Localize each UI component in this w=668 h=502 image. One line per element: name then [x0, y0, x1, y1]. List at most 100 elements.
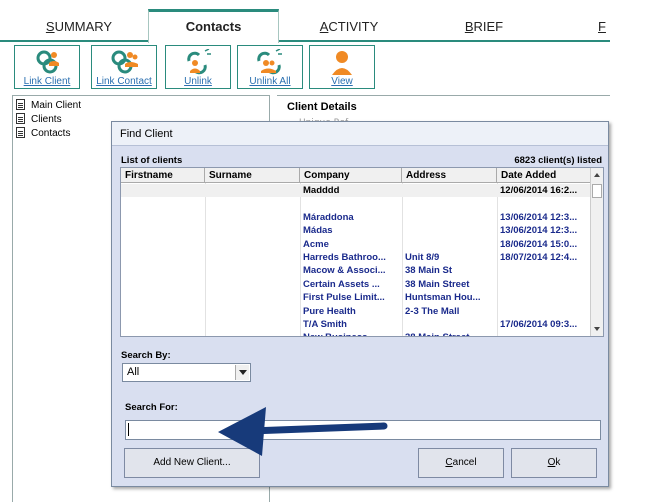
table-cell-address — [402, 238, 497, 251]
table-row[interactable]: Pure Health 2-3 The Mall — [121, 305, 591, 318]
document-icon — [16, 113, 25, 124]
tab-truncated[interactable]: F — [590, 12, 610, 42]
grid-vertical-scrollbar[interactable] — [590, 168, 603, 336]
table-cell-first — [121, 305, 205, 318]
table-cell-date: 13/06/2014 12:3... — [500, 225, 578, 237]
table-cell-date — [497, 331, 591, 336]
search-for-input[interactable] — [125, 420, 601, 440]
unlink-all-button[interactable]: Unlink All — [237, 45, 303, 89]
table-cell-company: Harreds Bathroo... — [303, 252, 386, 263]
table-row[interactable]: Madddd 12/06/2014 16:2... — [121, 184, 591, 198]
table-cell-address: 38 Main Street — [405, 278, 470, 290]
table-cell-company: Madddd — [303, 185, 340, 196]
client-details-title: Client Details — [287, 101, 357, 113]
table-cell-first — [121, 251, 205, 264]
table-cell-date — [497, 197, 591, 210]
view-label: View — [331, 76, 353, 87]
tab-contacts-label: Contacts — [185, 19, 242, 34]
table-cell-first — [121, 291, 205, 304]
table-cell-sur — [205, 224, 300, 237]
broken-link-people-icon — [257, 49, 282, 75]
tab-brief[interactable]: BRIEF — [430, 12, 538, 42]
tree-item-clients[interactable]: Clients — [16, 113, 62, 127]
ok-label: k — [555, 457, 561, 468]
column-header-surname[interactable]: Surname — [205, 168, 300, 183]
table-cell-sur — [205, 278, 300, 291]
table-cell-sur — [205, 264, 300, 277]
ok-button[interactable]: Ok — [511, 448, 597, 478]
tree-item-main-client[interactable]: Main Client — [16, 99, 81, 113]
table-cell-address — [402, 197, 497, 210]
tree-item-contacts[interactable]: Contacts — [16, 127, 70, 141]
scroll-thumb[interactable] — [592, 184, 602, 198]
table-row[interactable]: Máraddona 13/06/2014 12:3... — [121, 211, 591, 224]
tree-item-label: Main Client — [31, 100, 82, 111]
table-row[interactable]: First Pulse Limit... Huntsman Hou... — [121, 291, 591, 304]
table-row[interactable]: Macow & Associ... 38 Main St — [121, 264, 591, 277]
tab-contacts[interactable]: Contacts — [148, 9, 279, 43]
table-cell-address: 38 Main Street — [402, 331, 497, 336]
table-cell-date — [497, 278, 591, 291]
tab-summary[interactable]: SUMMARY — [20, 12, 138, 42]
scroll-down-arrow-icon[interactable] — [591, 322, 603, 335]
tree-item-label: Contacts — [31, 128, 71, 139]
table-cell-sur — [205, 211, 300, 224]
table-cell-first — [121, 278, 205, 291]
table-cell-company: T/A Smith — [303, 319, 347, 330]
find-client-dialog: Find Client List of clients 6823 client(… — [111, 121, 609, 487]
link-contact-button[interactable]: Link Contact — [91, 45, 157, 89]
table-cell-address: 2-3 The Mall — [405, 305, 460, 317]
document-icon — [16, 99, 25, 110]
table-cell-first — [121, 331, 205, 336]
add-new-client-button[interactable]: Add New Client... — [124, 448, 260, 478]
table-cell-address: Unit 8/9 — [405, 252, 440, 263]
tab-summary-accesskey: S — [45, 19, 55, 34]
table-cell-address — [402, 184, 497, 197]
column-header-date-added[interactable]: Date Added — [497, 168, 591, 183]
column-header-company[interactable]: Company — [300, 168, 402, 183]
table-cell-first — [121, 224, 205, 237]
search-by-value: All — [127, 366, 140, 378]
table-row[interactable]: Acme 18/06/2014 15:0... — [121, 238, 591, 251]
table-cell-first — [121, 211, 205, 224]
table-cell-date: 18/06/2014 15:0... — [500, 238, 578, 250]
table-cell-first — [121, 264, 205, 277]
table-row[interactable]: Certain Assets ... 38 Main Street — [121, 278, 591, 291]
cancel-button[interactable]: Cancel — [418, 448, 504, 478]
link-client-button[interactable]: Link Client — [14, 45, 80, 89]
grid-header: Firstname Surname Company Address Date A… — [121, 168, 591, 183]
unlink-button[interactable]: Unlink — [165, 45, 231, 89]
unlink-label: Unlink — [184, 76, 212, 87]
table-cell-first — [121, 318, 205, 331]
table-cell-sur — [205, 291, 300, 304]
table-cell-company — [300, 197, 402, 210]
search-by-label: Search By: — [121, 350, 171, 361]
column-header-firstname[interactable]: Firstname — [121, 168, 205, 183]
scroll-up-arrow-icon[interactable] — [591, 169, 603, 182]
table-cell-first — [121, 238, 205, 251]
table-cell-sur — [205, 251, 300, 264]
table-cell-date — [497, 264, 591, 277]
table-cell-address: Huntsman Hou... — [405, 292, 481, 304]
table-row[interactable]: New Business ...38 Main Street — [121, 331, 591, 336]
client-count-label: 6823 client(s) listed — [514, 155, 602, 166]
table-cell-company: Macow & Associ... — [303, 265, 386, 277]
dialog-title: Find Client — [120, 128, 173, 140]
dialog-titlebar[interactable]: Find Client — [112, 122, 608, 146]
link-contact-label: Link Contact — [96, 76, 152, 87]
chevron-down-icon[interactable] — [235, 365, 249, 380]
tab-activity[interactable]: ACTIVITY — [290, 12, 408, 42]
table-cell-address — [402, 318, 497, 331]
search-by-select[interactable]: All — [122, 363, 251, 382]
view-button[interactable]: View — [309, 45, 375, 89]
table-row[interactable]: Harreds Bathroo... Unit 8/9 18/07/2014 12:… — [121, 251, 591, 264]
table-row[interactable]: Mádas 13/06/2014 12:3... — [121, 224, 591, 237]
tab-truncated-accesskey: F — [598, 19, 606, 34]
table-row[interactable]: T/A Smith 17/06/2014 09:3... — [121, 318, 591, 331]
table-row[interactable] — [121, 197, 591, 210]
column-header-address[interactable]: Address — [402, 168, 497, 183]
cancel-accesskey: C — [445, 457, 453, 468]
table-cell-company: Máraddona — [303, 211, 354, 223]
table-cell-date: 12/06/2014 16:2... — [500, 185, 578, 196]
unlink-all-label: Unlink All — [249, 76, 291, 87]
